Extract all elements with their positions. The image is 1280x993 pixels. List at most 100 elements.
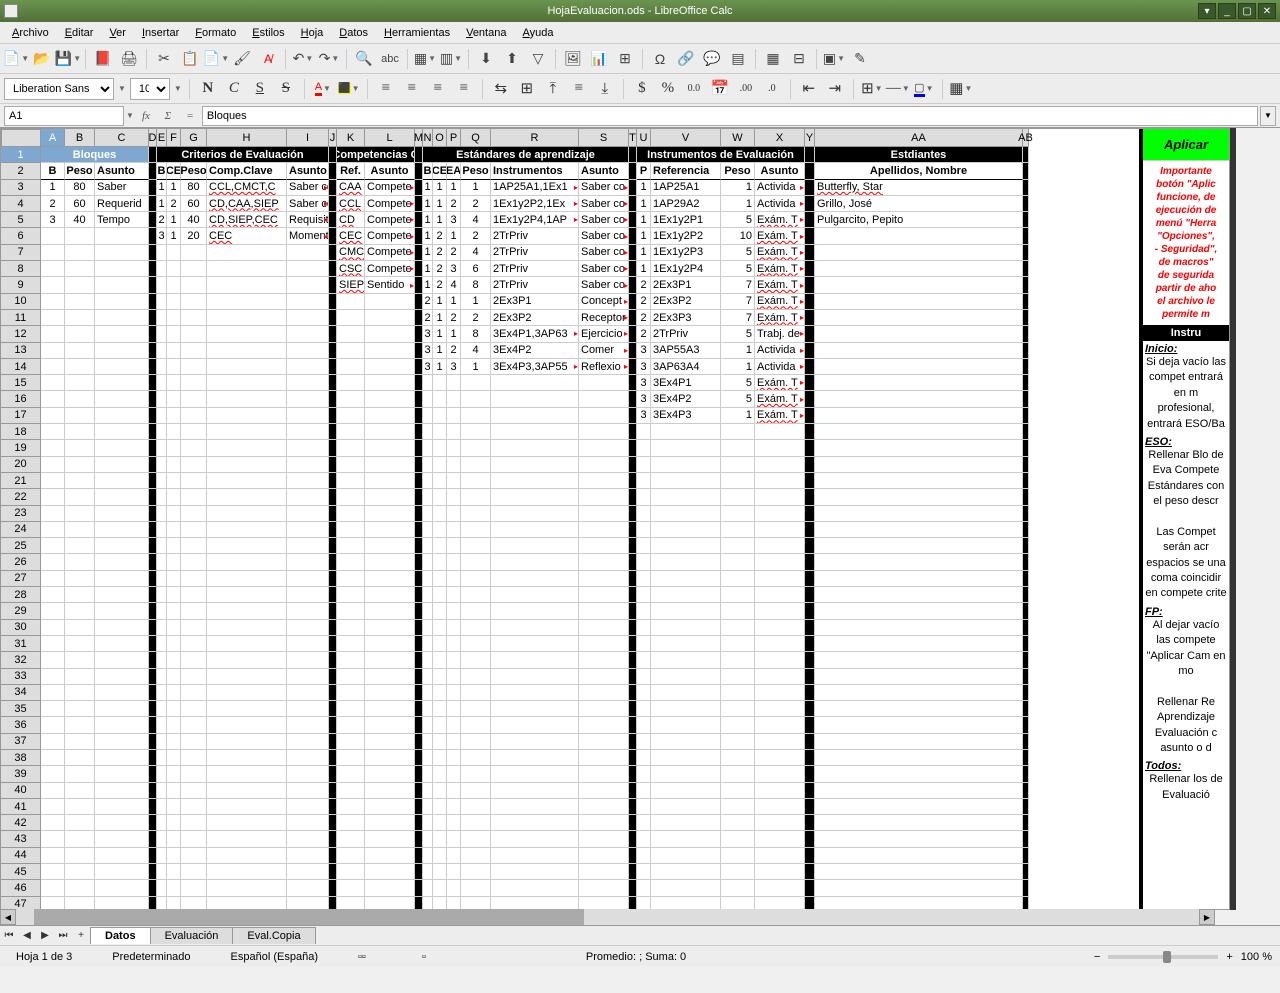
cell[interactable] — [491, 815, 579, 831]
cell[interactable]: 1 — [423, 261, 433, 277]
cell[interactable]: 1 — [423, 212, 433, 228]
cell[interactable] — [815, 669, 1023, 685]
open-button[interactable]: 📂 — [30, 47, 54, 71]
cell[interactable]: 3Ex4P1,3AP63 — [491, 326, 579, 342]
cell[interactable] — [95, 489, 149, 505]
cell[interactable] — [365, 685, 415, 701]
cell[interactable] — [95, 587, 149, 603]
cell[interactable] — [433, 717, 447, 733]
menu-editar[interactable]: Editar — [57, 24, 102, 42]
cell[interactable] — [721, 897, 755, 910]
cell[interactable] — [815, 522, 1023, 538]
cell[interactable] — [651, 750, 721, 766]
cell[interactable] — [167, 506, 181, 522]
cell[interactable] — [287, 489, 329, 505]
cell[interactable] — [755, 799, 805, 815]
cell[interactable] — [651, 831, 721, 847]
cell[interactable] — [651, 799, 721, 815]
cell[interactable] — [651, 880, 721, 896]
cell[interactable]: 1 — [637, 212, 651, 228]
cell[interactable] — [491, 408, 579, 424]
cell[interactable] — [95, 506, 149, 522]
cell[interactable] — [95, 554, 149, 570]
cell[interactable] — [365, 326, 415, 342]
first-sheet-button[interactable]: ⏮ — [0, 927, 18, 945]
font-color-button[interactable]: A▼ — [312, 78, 334, 100]
menu-datos[interactable]: Datos — [331, 24, 376, 42]
cell[interactable] — [433, 783, 447, 799]
cell[interactable] — [637, 685, 651, 701]
cond-format-button[interactable]: ▦▼ — [950, 78, 972, 100]
row-header-6[interactable]: 6 — [1, 228, 41, 244]
menu-formato[interactable]: Formato — [187, 24, 244, 42]
cell[interactable] — [287, 717, 329, 733]
cell[interactable] — [755, 766, 805, 782]
cell[interactable] — [181, 310, 207, 326]
cell[interactable]: 2 — [433, 228, 447, 244]
cell[interactable] — [207, 343, 287, 359]
cell[interactable] — [815, 897, 1023, 910]
cell[interactable] — [181, 734, 207, 750]
cell[interactable] — [651, 766, 721, 782]
cell[interactable]: Exám. T — [755, 228, 805, 244]
cell[interactable] — [95, 717, 149, 733]
cell[interactable] — [721, 669, 755, 685]
cell[interactable] — [579, 848, 629, 864]
cell[interactable] — [287, 864, 329, 880]
hyperlink-button[interactable]: 🔗 — [674, 47, 698, 71]
cell[interactable] — [579, 391, 629, 407]
side-handle[interactable] — [1230, 128, 1236, 910]
cell[interactable] — [815, 359, 1023, 375]
cell[interactable] — [337, 359, 365, 375]
cell[interactable] — [433, 636, 447, 652]
cell[interactable] — [721, 571, 755, 587]
cell[interactable] — [721, 880, 755, 896]
cell[interactable] — [755, 734, 805, 750]
cell[interactable] — [365, 897, 415, 910]
col-header-B[interactable]: B — [65, 129, 95, 147]
row-button[interactable]: ▦▼ — [413, 47, 437, 71]
status-selection-mode[interactable]: ▫ — [414, 951, 434, 963]
cell[interactable] — [461, 652, 491, 668]
row-header-16[interactable]: 16 — [1, 391, 41, 407]
cell[interactable]: 3Ex4P3 — [651, 408, 721, 424]
cell[interactable] — [579, 750, 629, 766]
cell[interactable]: 2 — [447, 245, 461, 261]
cell[interactable]: Exám. T — [755, 391, 805, 407]
cell[interactable] — [337, 473, 365, 489]
cell[interactable]: 3 — [637, 408, 651, 424]
cell[interactable] — [41, 261, 65, 277]
cell[interactable] — [461, 473, 491, 489]
cell[interactable] — [365, 522, 415, 538]
cell[interactable] — [181, 571, 207, 587]
cell[interactable] — [423, 734, 433, 750]
cell[interactable] — [157, 636, 167, 652]
cell[interactable] — [433, 701, 447, 717]
cell[interactable] — [157, 864, 167, 880]
cell[interactable]: 2 — [461, 228, 491, 244]
cell[interactable] — [41, 457, 65, 473]
cell[interactable] — [65, 750, 95, 766]
cell[interactable] — [337, 701, 365, 717]
cell[interactable] — [337, 799, 365, 815]
cell[interactable] — [433, 897, 447, 910]
cell[interactable] — [167, 897, 181, 910]
cell[interactable] — [65, 506, 95, 522]
cell[interactable] — [41, 587, 65, 603]
cell[interactable] — [207, 636, 287, 652]
cell[interactable]: 1 — [423, 180, 433, 196]
row-header-8[interactable]: 8 — [1, 261, 41, 277]
cell[interactable] — [157, 815, 167, 831]
cell[interactable] — [637, 897, 651, 910]
cell[interactable] — [65, 848, 95, 864]
col-header-P[interactable]: P — [447, 129, 461, 147]
cell[interactable] — [491, 848, 579, 864]
cell[interactable]: 5 — [721, 375, 755, 391]
cell[interactable] — [365, 375, 415, 391]
cell[interactable] — [755, 522, 805, 538]
cell[interactable] — [95, 636, 149, 652]
cell[interactable] — [491, 424, 579, 440]
cell[interactable]: Saber co — [579, 245, 629, 261]
cell[interactable] — [181, 587, 207, 603]
cell[interactable]: 1Ex1y2P3 — [651, 245, 721, 261]
